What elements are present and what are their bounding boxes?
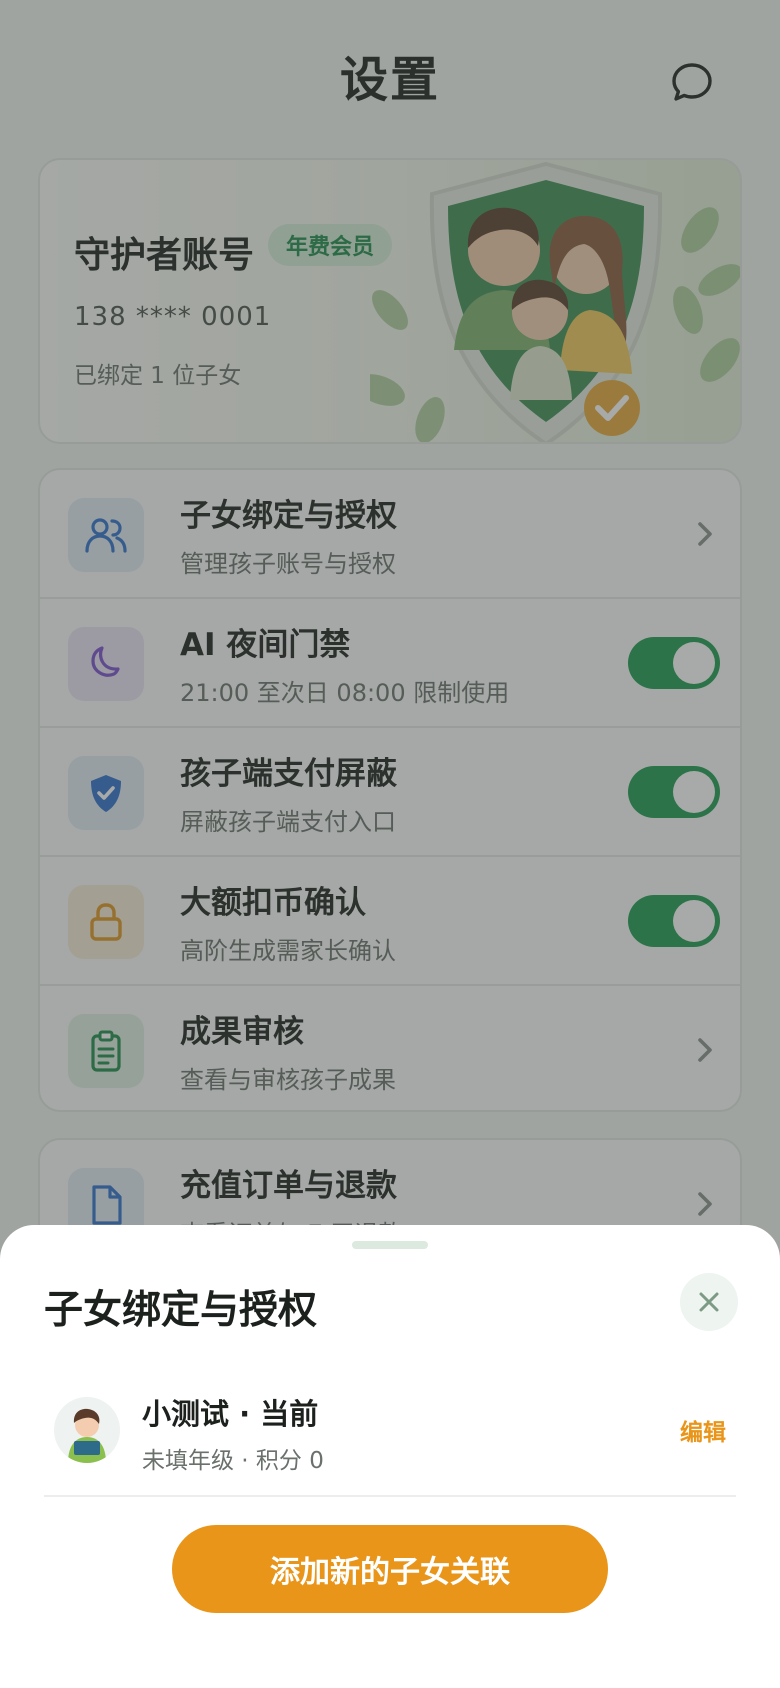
child-name: 小测试 · 当前 (142, 1397, 319, 1431)
child-binding-sheet: 子女绑定与授权 小测试 · 当前 未填年级 · 积分 0 编辑 添加新的子女关联 (0, 1225, 780, 1688)
child-avatar (54, 1397, 120, 1463)
close-icon (699, 1292, 719, 1312)
edit-child-link[interactable]: 编辑 (680, 1413, 726, 1447)
drag-handle[interactable] (352, 1241, 428, 1249)
close-button[interactable] (680, 1273, 738, 1331)
settings-page: 设置 守护者账号 年费会员 138 **** 0001 已绑定 1 位子女 子女… (0, 0, 780, 1688)
sheet-title: 子女绑定与授权 (44, 1288, 318, 1333)
child-list-item[interactable]: 小测试 · 当前 未填年级 · 积分 0 编辑 (44, 1385, 736, 1497)
child-meta: 未填年级 · 积分 0 (142, 1448, 324, 1474)
add-child-button[interactable]: 添加新的子女关联 (172, 1525, 608, 1613)
